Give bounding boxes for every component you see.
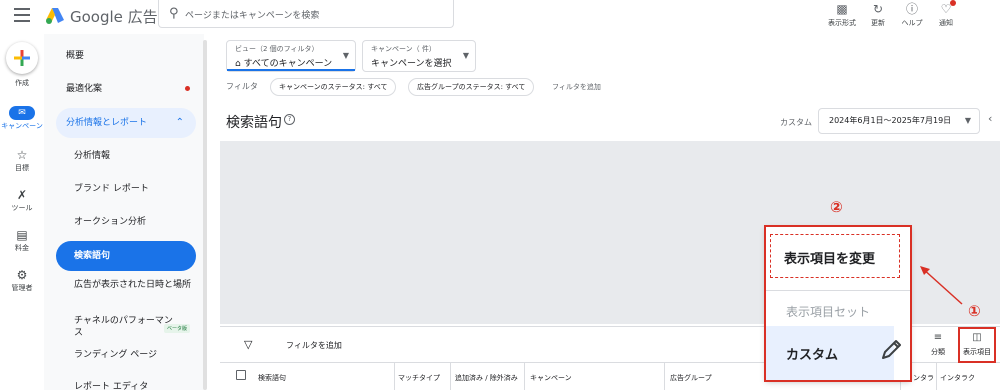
appearance-button[interactable]: ▩ 表示形式 <box>822 0 862 30</box>
view-value: ⌂ すべてのキャンペーン <box>235 59 333 69</box>
create-label: 作成 <box>15 79 29 87</box>
column-divider <box>936 362 937 390</box>
notifications-button[interactable]: ♡ 通知 <box>926 0 966 30</box>
column-divider <box>664 362 665 390</box>
column-set-custom-label: カスタム <box>786 348 839 363</box>
nav-brand-report[interactable]: ブランド レポート <box>56 174 196 204</box>
annotation-box-columns-button <box>958 327 996 363</box>
annotation-arrow-icon <box>916 262 966 308</box>
nav-insights[interactable]: 分析情報 <box>56 141 196 171</box>
segment-icon: ≡ <box>933 332 943 343</box>
nav-report-editor[interactable]: レポート エディタ <box>56 372 196 390</box>
menu-icon[interactable] <box>14 8 30 22</box>
segment-button[interactable]: ≡ 分類 <box>920 332 956 360</box>
plus-icon <box>14 50 30 66</box>
nav-search-terms[interactable]: 検索語句 <box>56 241 196 271</box>
annotation-step-2: ② <box>830 198 843 216</box>
menu-divider <box>766 290 910 291</box>
add-filter-link[interactable]: フィルタを追加 <box>552 82 601 92</box>
nav-group-insights-reports[interactable]: 分析情報とレポート ⌃ <box>56 108 196 138</box>
rail-item-billing[interactable]: ▤ 料金 <box>0 228 44 252</box>
bell-icon: ♡ <box>940 2 952 16</box>
rail-item-admin[interactable]: ⚙ 管理者 <box>0 268 44 292</box>
table-add-filter[interactable]: フィルタを追加 <box>286 340 342 351</box>
filter-funnel-icon[interactable]: ▽ <box>244 338 252 351</box>
column-divider <box>450 362 451 390</box>
date-custom-label: カスタム <box>780 118 812 127</box>
date-range-picker[interactable]: 2024年6月1日～2025年7月19日 ▼ <box>818 108 980 134</box>
column-divider <box>394 362 395 390</box>
column-header[interactable]: 検索語句 <box>258 373 286 383</box>
column-header[interactable]: キャンペーン <box>530 373 572 383</box>
chevron-up-icon: ⌃ <box>175 117 184 128</box>
rail-item-tools[interactable]: ✗ ツール <box>0 188 44 212</box>
chevron-left-icon[interactable]: ‹ <box>988 112 992 125</box>
search-icon: ⚲ <box>169 6 179 21</box>
create-label-wrap: 作成 <box>0 77 44 87</box>
left-rail <box>0 34 44 390</box>
filter-chip-adgroup-status[interactable]: 広告グループのステータス: すべて <box>408 78 535 96</box>
dropdown-arrow-icon: ▼ <box>342 51 349 60</box>
filter-chip-campaign-status[interactable]: キャンペーンのステータス: すべて <box>270 78 397 96</box>
rail-label: 管理者 <box>11 284 33 292</box>
rail-label: キャンペーン <box>1 122 43 130</box>
rail-item-campaigns[interactable]: ✉ キャンペーン <box>0 100 44 130</box>
dropdown-arrow-icon: ▼ <box>462 51 469 60</box>
nav-overview[interactable]: 概要 <box>56 41 196 71</box>
column-divider <box>524 362 525 390</box>
brand-name: Google 広告 <box>70 8 158 26</box>
nav-when-where-ads-showed[interactable]: 広告が表示された日時と場所 <box>56 275 196 309</box>
date-range-value: 2024年6月1日～2025年7月19日 <box>829 116 952 125</box>
home-icon: ⌂ <box>235 59 241 69</box>
gear-icon: ⚙ <box>16 268 28 282</box>
rail-item-goals[interactable]: ☆ 目標 <box>0 148 44 172</box>
nav-recommendations[interactable]: 最適化案 <box>56 74 196 104</box>
trophy-icon: ☆ <box>16 148 28 162</box>
google-ads-logo-icon <box>44 6 66 26</box>
page-title: 検索語句 <box>226 115 282 131</box>
nav-landing-pages[interactable]: ランディング ページ <box>56 340 196 370</box>
notifications-label: 通知 <box>939 19 953 27</box>
credit-card-icon: ▤ <box>16 228 28 242</box>
segment-label: 分類 <box>931 348 945 356</box>
search-box[interactable]: ⚲ ページまたはキャンペーンを検索 <box>158 0 454 28</box>
rail-label: 目標 <box>15 164 29 172</box>
view-selector[interactable]: ビュー（2 個のフィルタ） ⌂ すべてのキャンペーン ▼ <box>226 40 356 72</box>
campaign-value: キャンペーンを選択 <box>371 59 452 69</box>
nav-label: 分析情報とレポート <box>66 118 148 128</box>
rail-label: 料金 <box>15 244 29 252</box>
column-sets-heading: 表示項目セット <box>786 305 871 319</box>
pencil-icon[interactable] <box>878 337 904 363</box>
column-header[interactable]: 追加済み / 除外済み <box>455 373 518 383</box>
annotation-step-1: ① <box>968 302 981 320</box>
nav-label: 最適化案 <box>66 84 103 94</box>
search-placeholder: ページまたはキャンペーンを検索 <box>185 11 320 21</box>
alert-dot <box>185 86 190 91</box>
column-header[interactable]: 広告グループ <box>670 373 712 383</box>
view-underline <box>227 69 355 71</box>
change-columns-label: 表示項目を変更 <box>784 252 876 267</box>
column-header[interactable]: インタラク <box>940 373 975 383</box>
column-header[interactable]: マッチタイプ <box>398 373 440 383</box>
select-all-checkbox[interactable] <box>236 370 246 380</box>
help-icon[interactable]: ? <box>284 114 295 125</box>
view-caption: ビュー（2 個のフィルタ） <box>235 45 319 53</box>
nav-auction-insights[interactable]: オークション分析 <box>56 207 196 237</box>
rail-label: ツール <box>11 204 33 212</box>
tools-icon: ✗ <box>16 188 28 202</box>
beta-badge: ベータ版 <box>158 318 191 337</box>
create-button[interactable] <box>6 42 38 74</box>
appearance-label: 表示形式 <box>828 19 856 27</box>
chart-bar-icon: ▩ <box>836 2 848 16</box>
notification-badge <box>950 0 956 6</box>
campaign-selector[interactable]: キャンペーン（ 件） キャンペーンを選択 ▼ <box>362 40 476 72</box>
megaphone-icon: ✉ <box>9 106 35 120</box>
campaign-caption: キャンペーン（ 件） <box>371 45 436 53</box>
filter-label: フィルタ <box>226 82 258 91</box>
sidenav-scrollbar[interactable] <box>203 40 207 390</box>
dropdown-arrow-icon: ▼ <box>964 116 971 125</box>
